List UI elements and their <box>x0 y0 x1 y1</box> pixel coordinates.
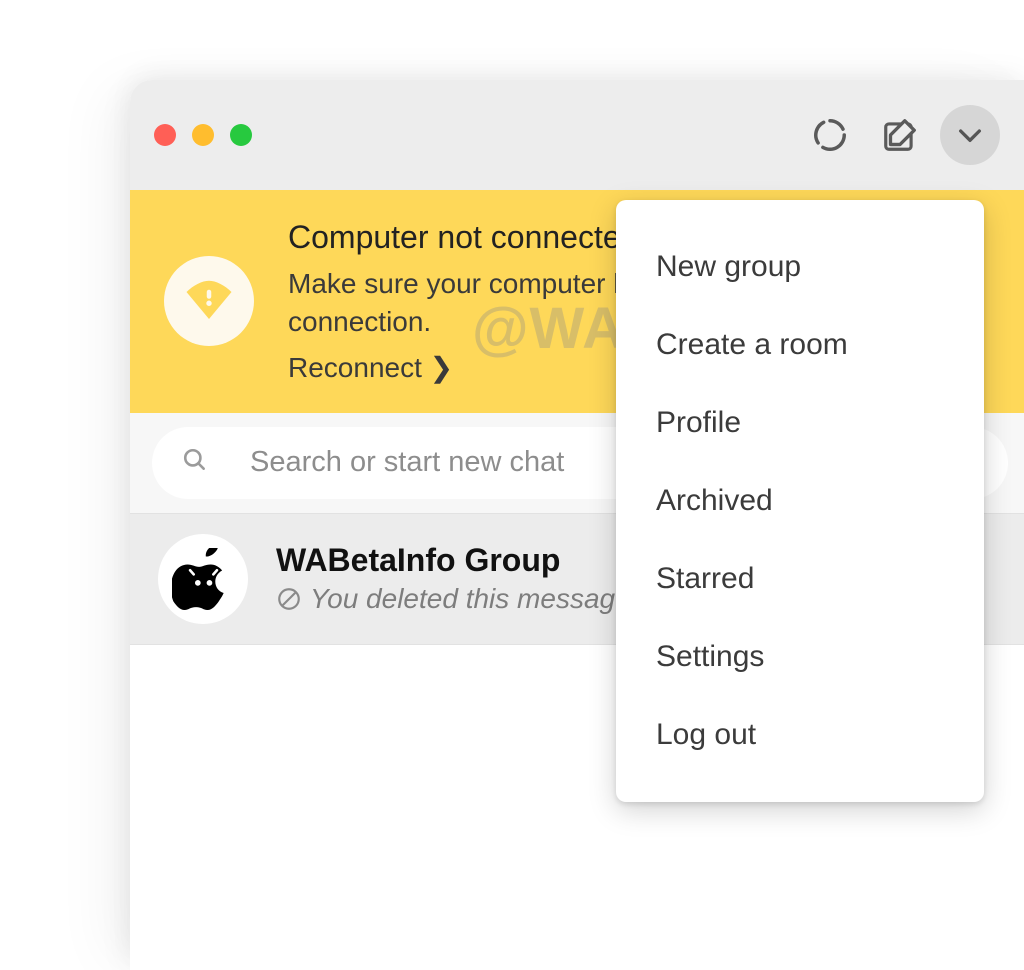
chat-text: WABetaInfo Group You deleted this messag… <box>276 542 631 615</box>
avatar <box>158 534 248 624</box>
menu-settings[interactable]: Settings <box>616 618 984 696</box>
titlebar <box>130 80 1024 190</box>
window-minimize-button[interactable] <box>192 124 214 146</box>
menu-new-group[interactable]: New group <box>616 228 984 306</box>
chevron-down-icon <box>954 119 986 151</box>
compose-icon[interactable] <box>870 105 930 165</box>
menu-starred[interactable]: Starred <box>616 540 984 618</box>
wifi-warning-icon <box>164 256 254 346</box>
menu-create-room[interactable]: Create a room <box>616 306 984 384</box>
search-icon <box>182 447 208 478</box>
apple-android-icon <box>172 548 234 610</box>
status-icon[interactable] <box>800 105 860 165</box>
menu-profile[interactable]: Profile <box>616 384 984 462</box>
menu-button[interactable] <box>940 105 1000 165</box>
menu-archived[interactable]: Archived <box>616 462 984 540</box>
chat-title: WABetaInfo Group <box>276 542 631 579</box>
chat-subtitle: You deleted this message <box>276 583 631 615</box>
window-maximize-button[interactable] <box>230 124 252 146</box>
menu-log-out[interactable]: Log out <box>616 696 984 774</box>
window-controls <box>154 124 252 146</box>
window-close-button[interactable] <box>154 124 176 146</box>
prohibited-icon <box>276 586 302 612</box>
dropdown-menu: New group Create a room Profile Archived… <box>616 200 984 802</box>
chat-subtitle-text: You deleted this message <box>310 583 631 615</box>
